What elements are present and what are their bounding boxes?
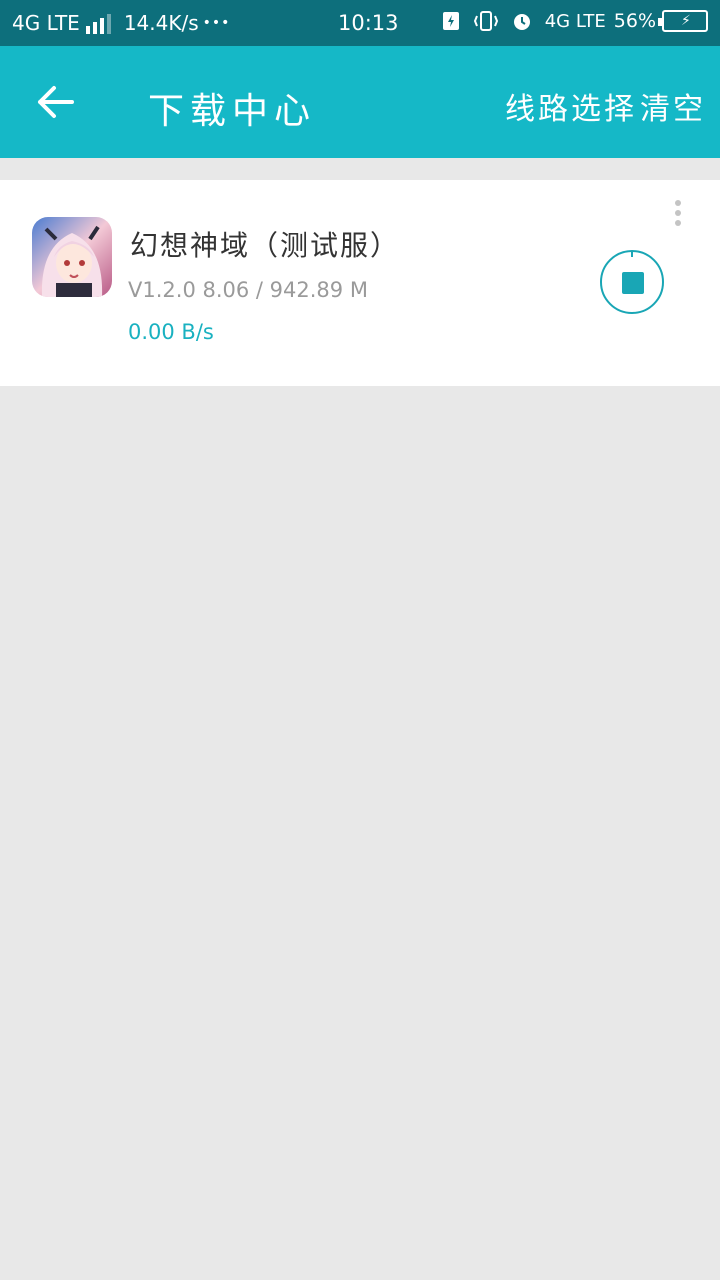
more-options-icon[interactable] — [670, 200, 686, 230]
network-type-2: 4G LTE — [544, 10, 606, 32]
stop-icon — [622, 272, 644, 294]
vibrate-icon — [473, 11, 498, 31]
clock: 10:13 — [338, 11, 399, 35]
toolbar: 下载中心 线路选择 清空 — [0, 46, 720, 158]
route-select-button[interactable]: 线路选择 — [505, 84, 637, 128]
status-right: 4G LTE 56% ⚡ — [441, 10, 708, 32]
network-speed: 14.4K/s — [123, 11, 199, 35]
app-name: 幻想神域（测试服） — [130, 229, 401, 262]
back-arrow-icon[interactable] — [32, 80, 78, 124]
game-app-icon — [32, 217, 112, 297]
version-and-progress: V1.2.0 8.06 / 942.89 M — [128, 278, 368, 302]
battery-percent: 56% — [613, 10, 656, 32]
battery-saver-icon — [442, 12, 459, 30]
page-title: 下载中心 — [148, 91, 317, 132]
alarm-icon — [513, 14, 530, 30]
battery-icon: ⚡ — [658, 10, 708, 32]
stop-download-button[interactable] — [600, 250, 664, 314]
progress-marker — [631, 251, 633, 257]
network-type: 4G LTE — [12, 11, 80, 35]
download-speed: 0.00 B/s — [128, 320, 214, 344]
status-bar: 4G LTE 14.4K/s ••• 10:13 4G LTE 56% ⚡ — [0, 0, 720, 46]
status-left: 4G LTE 14.4K/s ••• — [12, 11, 230, 35]
signal-icon — [85, 12, 114, 34]
download-list-item[interactable]: 幻想神域（测试服） V1.2.0 8.06 / 942.89 M 0.00 B/… — [0, 180, 720, 386]
more-notifications-icon: ••• — [202, 15, 231, 31]
clear-button[interactable]: 清空 — [640, 84, 706, 128]
